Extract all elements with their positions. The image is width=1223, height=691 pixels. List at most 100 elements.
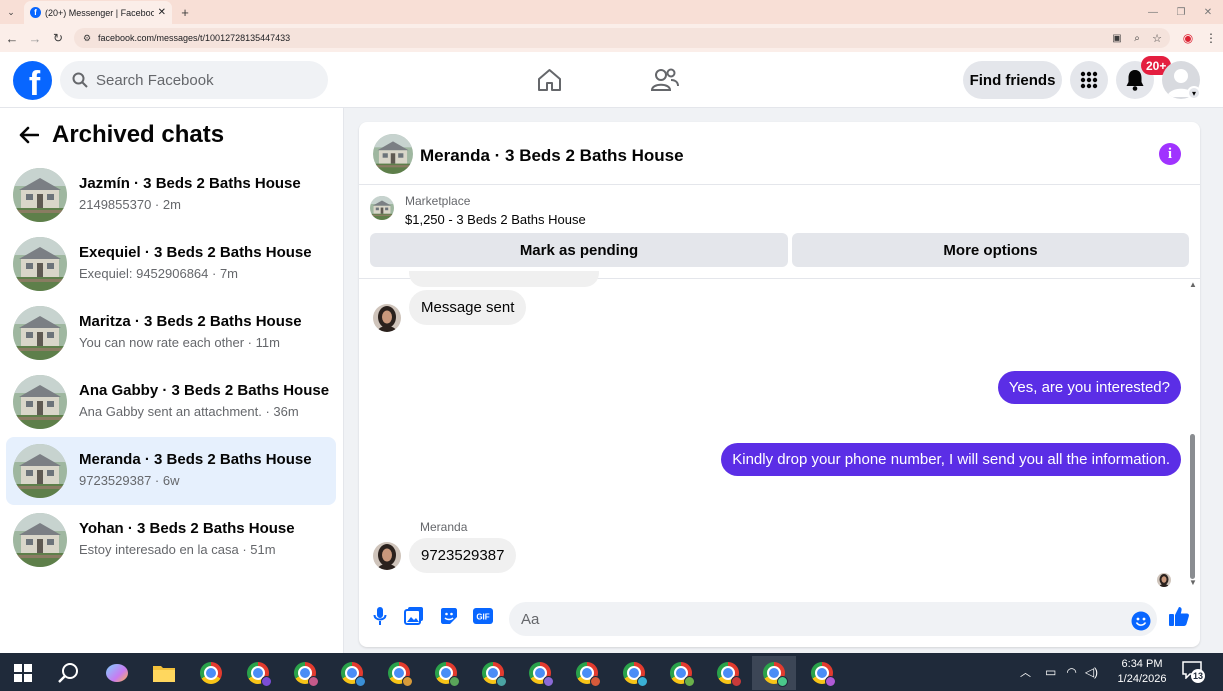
chat-name: Meranda · 3 Beds 2 Baths House <box>79 451 312 468</box>
site-settings-icon[interactable]: ⚙ <box>81 32 93 44</box>
chat-list-item[interactable]: Meranda · 3 Beds 2 Baths House 9723529387… <box>6 437 336 505</box>
chat-preview: 9723529387 · 6w <box>79 473 180 488</box>
microphone-icon[interactable] <box>368 604 392 628</box>
chat-thumbnail <box>13 375 67 429</box>
close-tab-icon[interactable]: ✕ <box>158 7 166 18</box>
mark-as-pending-button[interactable]: Mark as pending <box>370 233 788 267</box>
gif-icon[interactable]: GIF <box>471 604 495 628</box>
profile-extension-icon[interactable]: ◉ <box>1181 31 1195 45</box>
windows-start-icon[interactable] <box>6 656 40 690</box>
facebook-logo-icon[interactable]: f <box>13 61 52 100</box>
chat-list-item[interactable]: Yohan · 3 Beds 2 Baths House Estoy intere… <box>6 506 336 574</box>
conversation-title[interactable]: Meranda · 3 Beds 2 Baths House <box>420 146 684 166</box>
browser-tabstrip: ⌄ f (20+) Messenger | Facebook ✕ + — ❐ ✕ <box>0 0 1223 24</box>
chrome-profile-icon[interactable] <box>288 656 322 690</box>
chrome-profile-icon[interactable] <box>664 656 698 690</box>
marketplace-label: Marketplace <box>405 194 471 208</box>
forward-nav-icon[interactable]: → <box>28 30 42 46</box>
chat-list-item[interactable]: Maritza · 3 Beds 2 Baths House You can no… <box>6 299 336 367</box>
new-tab-icon[interactable]: + <box>178 4 192 20</box>
previous-message-bubble <box>409 271 599 287</box>
notification-center-icon[interactable]: 13 <box>1182 661 1206 683</box>
message-scrollbar[interactable]: ▲ ▼ <box>1188 279 1198 589</box>
read-receipt-avatar <box>1157 573 1171 587</box>
archived-chats-panel: Archived chats Jazmín · 3 Beds 2 Baths H… <box>0 108 344 653</box>
photo-icon[interactable] <box>402 604 426 628</box>
clock-date: 1/24/2026 <box>1117 673 1167 685</box>
chat-name: Exequiel · 3 Beds 2 Baths House <box>79 244 312 261</box>
meet-now-icon[interactable]: ▭ <box>1045 665 1056 679</box>
chrome-icon[interactable] <box>194 656 228 690</box>
search-icon <box>72 72 88 88</box>
show-hidden-icons-icon[interactable]: ︿ <box>1020 664 1031 680</box>
back-nav-icon[interactable]: ← <box>5 30 19 46</box>
chat-name: Jazmín · 3 Beds 2 Baths House <box>79 175 301 192</box>
marketplace-thumbnail[interactable] <box>370 196 394 220</box>
taskbar-search-icon[interactable] <box>52 656 86 690</box>
close-window-icon[interactable]: ✕ <box>1201 4 1215 20</box>
chat-list-item[interactable]: Ana Gabby · 3 Beds 2 Baths House Ana Gabb… <box>6 368 336 436</box>
chrome-profile-icon[interactable] <box>805 656 839 690</box>
home-icon[interactable] <box>537 68 562 92</box>
chrome-profile-icon[interactable] <box>335 656 369 690</box>
sender-name: Meranda <box>420 520 468 534</box>
chrome-profile-icon[interactable] <box>570 656 604 690</box>
chat-preview: Estoy interesado en la casa · 51m <box>79 542 276 557</box>
wifi-icon[interactable]: ◠ <box>1066 665 1076 679</box>
find-friends-button[interactable]: Find friends <box>963 61 1062 99</box>
chat-preview: Ana Gabby sent an attachment. · 36m <box>79 404 299 419</box>
more-options-button[interactable]: More options <box>792 233 1189 267</box>
paint-app-icon[interactable] <box>100 656 134 690</box>
conversation-window: Meranda · 3 Beds 2 Baths House i Marketp… <box>359 122 1200 647</box>
reload-icon[interactable]: ↻ <box>51 30 65 46</box>
chrome-profile-icon[interactable] <box>241 656 275 690</box>
info-icon[interactable]: i <box>1159 143 1181 165</box>
account-chevron-icon[interactable]: ▾ <box>1187 86 1201 100</box>
chat-name: Maritza · 3 Beds 2 Baths House <box>79 313 302 330</box>
chrome-profile-icon[interactable] <box>523 656 557 690</box>
chrome-profile-icon[interactable] <box>617 656 651 690</box>
emoji-icon[interactable] <box>1129 609 1153 633</box>
address-bar[interactable]: ⚙ facebook.com/messages/t/10012728135447… <box>74 28 1170 48</box>
conversation-listing-thumbnail[interactable] <box>373 134 413 174</box>
scroll-down-icon[interactable]: ▼ <box>1189 578 1197 587</box>
restore-icon[interactable]: ❐ <box>1174 4 1188 20</box>
like-thumbs-up-icon[interactable] <box>1167 604 1191 628</box>
chrome-profile-icon-active[interactable] <box>752 656 796 690</box>
scrollbar-thumb[interactable] <box>1190 434 1195 579</box>
taskbar-clock[interactable]: 6:34 PM 1/24/2026 <box>1110 657 1174 687</box>
tab-search-icon[interactable]: ⌄ <box>4 5 18 19</box>
menu-grid-button[interactable] <box>1070 61 1108 99</box>
scroll-up-icon[interactable]: ▲ <box>1189 280 1197 289</box>
chrome-profile-icon[interactable] <box>429 656 463 690</box>
archived-chats-title: Archived chats <box>52 121 225 148</box>
chat-list-item[interactable]: Jazmín · 3 Beds 2 Baths House 2149855370 … <box>6 161 336 229</box>
chat-list-item[interactable]: Exequiel · 3 Beds 2 Baths House Exequiel:… <box>6 230 336 298</box>
browser-menu-icon[interactable]: ⋮ <box>1205 30 1217 46</box>
chat-preview: You can now rate each other · 11m <box>79 335 280 350</box>
system-tray: ︿ ▭ ◠ ◁) <box>1020 653 1098 691</box>
chat-thumbnail <box>13 513 67 567</box>
file-explorer-icon[interactable] <box>147 656 181 690</box>
message-bubble-in: Message sent <box>409 290 527 325</box>
install-app-icon[interactable]: ▣ <box>1110 31 1124 45</box>
meranda-avatar[interactable] <box>373 304 401 332</box>
chrome-profile-icon[interactable] <box>711 656 745 690</box>
meranda-avatar[interactable] <box>373 542 401 570</box>
facebook-favicon-icon: f <box>30 7 41 18</box>
sticker-icon[interactable] <box>437 604 461 628</box>
bookmark-star-icon[interactable]: ☆ <box>1150 31 1164 45</box>
search-box[interactable] <box>60 61 328 99</box>
friends-icon[interactable] <box>651 68 679 92</box>
message-input[interactable] <box>509 602 1157 636</box>
minimize-icon[interactable]: — <box>1146 4 1160 20</box>
chrome-profile-icon[interactable] <box>476 656 510 690</box>
zoom-icon[interactable]: ⌕ <box>1130 31 1144 45</box>
back-arrow-icon[interactable] <box>16 122 42 148</box>
search-input[interactable] <box>96 71 306 89</box>
message-thread[interactable]: Message sent Yes, are you interested? Ki… <box>359 271 1200 589</box>
volume-icon[interactable]: ◁) <box>1085 665 1098 679</box>
listing-price-title[interactable]: $1,250 - 3 Beds 2 Baths House <box>405 212 586 227</box>
chrome-profile-icon[interactable] <box>382 656 416 690</box>
browser-tab[interactable]: f (20+) Messenger | Facebook ✕ <box>24 1 172 24</box>
